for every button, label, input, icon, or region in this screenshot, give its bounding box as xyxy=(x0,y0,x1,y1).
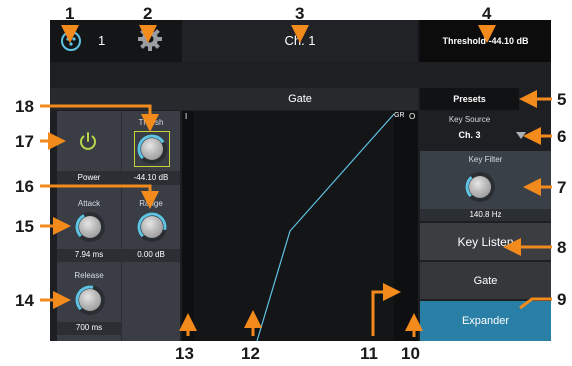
callout-18: 18 xyxy=(15,97,34,116)
callout-16: 16 xyxy=(15,177,34,196)
callout-14: 14 xyxy=(15,291,34,310)
callout-11: 11 xyxy=(360,344,378,363)
callout-arrows xyxy=(40,25,552,337)
callout-1: 1 xyxy=(65,4,75,23)
callout-15: 15 xyxy=(15,217,34,236)
callout-4: 4 xyxy=(482,4,492,23)
callout-8: 8 xyxy=(557,238,567,257)
callout-10: 10 xyxy=(401,344,420,363)
callout-arrow-9 xyxy=(519,297,552,310)
callout-13: 13 xyxy=(175,344,194,363)
callout-5: 5 xyxy=(557,90,567,109)
callout-9: 9 xyxy=(557,290,567,309)
callout-2: 2 xyxy=(143,4,153,23)
callout-17: 17 xyxy=(15,132,34,151)
callout-arrow-18 xyxy=(40,104,159,132)
callout-arrow-11 xyxy=(371,283,401,336)
callout-12: 12 xyxy=(241,344,260,363)
callout-arrow-16 xyxy=(40,184,159,209)
callout-6: 6 xyxy=(557,127,567,146)
callout-7: 7 xyxy=(557,178,567,197)
callout-3: 3 xyxy=(295,4,305,23)
